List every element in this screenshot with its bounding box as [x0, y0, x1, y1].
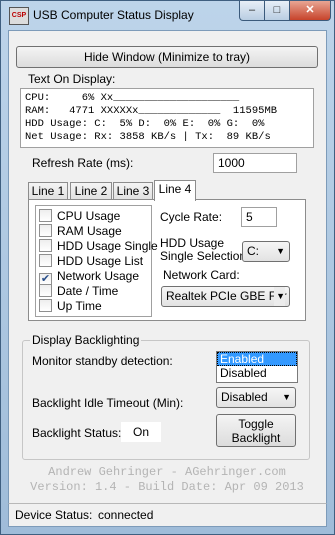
network-card-dropdown[interactable]: Realtek PCIe GBE Far ▼: [161, 286, 290, 307]
display-preview: CPU: 6% Xx____________________ RAM: 4771…: [20, 88, 314, 148]
standby-option-disabled[interactable]: Disabled: [217, 366, 297, 380]
cycle-rate-input[interactable]: 5: [241, 207, 277, 227]
checkbox-label: Network Usage: [57, 269, 140, 283]
checkbox-hdd-usage-list[interactable]: [39, 254, 52, 267]
status-bar: Device Status: connected: [8, 503, 327, 527]
standby-detection-listbox[interactable]: Enabled Disabled: [216, 351, 298, 383]
toggle-backlight-label: Toggle: [238, 417, 274, 431]
checkbox-cpu-usage[interactable]: [39, 209, 52, 222]
display-line-1: CPU: 6% Xx____________________: [25, 92, 240, 104]
author-credit: Andrew Gehringer - AGehringer.com: [48, 465, 286, 479]
display-line-4: Net Usage: Rx: 3858 KB/s | Tx: 89 KB/s: [25, 131, 271, 143]
network-card-value: Realtek PCIe GBE Far: [166, 289, 287, 303]
checklist-item[interactable]: Date / Time: [39, 284, 118, 299]
standby-detection-label: Monitor standby detection:: [32, 354, 173, 368]
backlight-status-value: On: [121, 422, 161, 442]
cycle-rate-label: Cycle Rate:: [160, 210, 223, 224]
version-info: Version: 1.4 - Build Date: Apr 09 2013: [30, 480, 304, 494]
checkbox-label: RAM Usage: [57, 224, 122, 238]
chevron-down-icon: ▼: [282, 392, 291, 402]
device-status-label: Device Status:: [15, 508, 93, 522]
maximize-button[interactable]: □: [264, 1, 290, 21]
checkbox-label: HDD Usage Single: [57, 239, 158, 253]
device-status-value: connected: [98, 508, 154, 522]
checkbox-date-time[interactable]: [39, 284, 52, 297]
credits-footer: Andrew Gehringer - AGehringer.com Versio…: [22, 465, 312, 495]
window-title: USB Computer Status Display: [33, 8, 194, 22]
standby-option-enabled[interactable]: Enabled: [217, 352, 297, 366]
checkbox-label: Date / Time: [57, 284, 119, 298]
checkbox-label: HDD Usage List: [57, 254, 144, 268]
title-bar[interactable]: CSP USB Computer Status Display – □ ✕: [1, 1, 334, 31]
hide-window-button[interactable]: Hide Window (Minimize to tray): [16, 46, 318, 68]
checkbox-up-time[interactable]: [39, 299, 52, 312]
refresh-rate-input[interactable]: 1000: [213, 153, 297, 173]
checkbox-hdd-usage-single[interactable]: [39, 239, 52, 252]
toggle-backlight-button[interactable]: Toggle Backlight: [216, 414, 296, 447]
checkbox-label: CPU Usage: [57, 209, 121, 223]
hdd-drive-dropdown[interactable]: C: ▼: [242, 241, 290, 262]
chevron-down-icon: ▼: [274, 287, 285, 306]
toggle-backlight-label-2: Backlight: [231, 431, 281, 445]
checklist-item[interactable]: HDD Usage Single: [39, 239, 158, 254]
hdd-selection-label: HDD Usage: [160, 236, 225, 250]
checkbox-ram-usage[interactable]: [39, 224, 52, 237]
checklist-item[interactable]: RAM Usage: [39, 224, 122, 239]
checklist-item[interactable]: Up Time: [39, 299, 102, 314]
checklist-item[interactable]: CPU Usage: [39, 209, 120, 224]
refresh-rate-label: Refresh Rate (ms):: [32, 156, 134, 170]
tab-line-1[interactable]: Line 1: [28, 182, 68, 200]
backlight-group-title: Display Backlighting: [30, 333, 142, 347]
line-items-checklist: CPU Usage RAM Usage HDD Usage Single HDD…: [35, 205, 158, 317]
tab-line-2[interactable]: Line 2: [70, 182, 112, 200]
checkbox-label: Up Time: [57, 299, 102, 313]
network-card-label: Network Card:: [163, 268, 240, 282]
display-line-3: HDD Usage: C: 5% D: 0% E: 0% G: 0%: [25, 118, 265, 130]
minimize-button[interactable]: –: [239, 1, 265, 21]
idle-timeout-value: Disabled: [221, 390, 268, 404]
close-button[interactable]: ✕: [289, 1, 331, 21]
chevron-down-icon: ▼: [276, 246, 285, 256]
hdd-drive-value: C:: [247, 244, 259, 258]
checklist-item[interactable]: HDD Usage List: [39, 254, 143, 269]
tab-line-4[interactable]: Line 4: [154, 180, 196, 201]
idle-timeout-label: Backlight Idle Timeout (Min):: [32, 396, 184, 410]
app-icon: CSP: [9, 7, 29, 25]
backlight-status-label: Backlight Status:: [32, 426, 122, 440]
tab-line-3[interactable]: Line 3: [113, 182, 153, 200]
idle-timeout-dropdown[interactable]: Disabled ▼: [216, 387, 296, 408]
hdd-selection-label-2: Single Selection:: [160, 249, 250, 263]
checklist-item[interactable]: ✔ Network Usage: [39, 269, 140, 286]
text-on-display-label: Text On Display:: [28, 72, 116, 86]
display-line-2: RAM: 4771 XXXXXx_____________ 11595MB: [25, 105, 278, 117]
